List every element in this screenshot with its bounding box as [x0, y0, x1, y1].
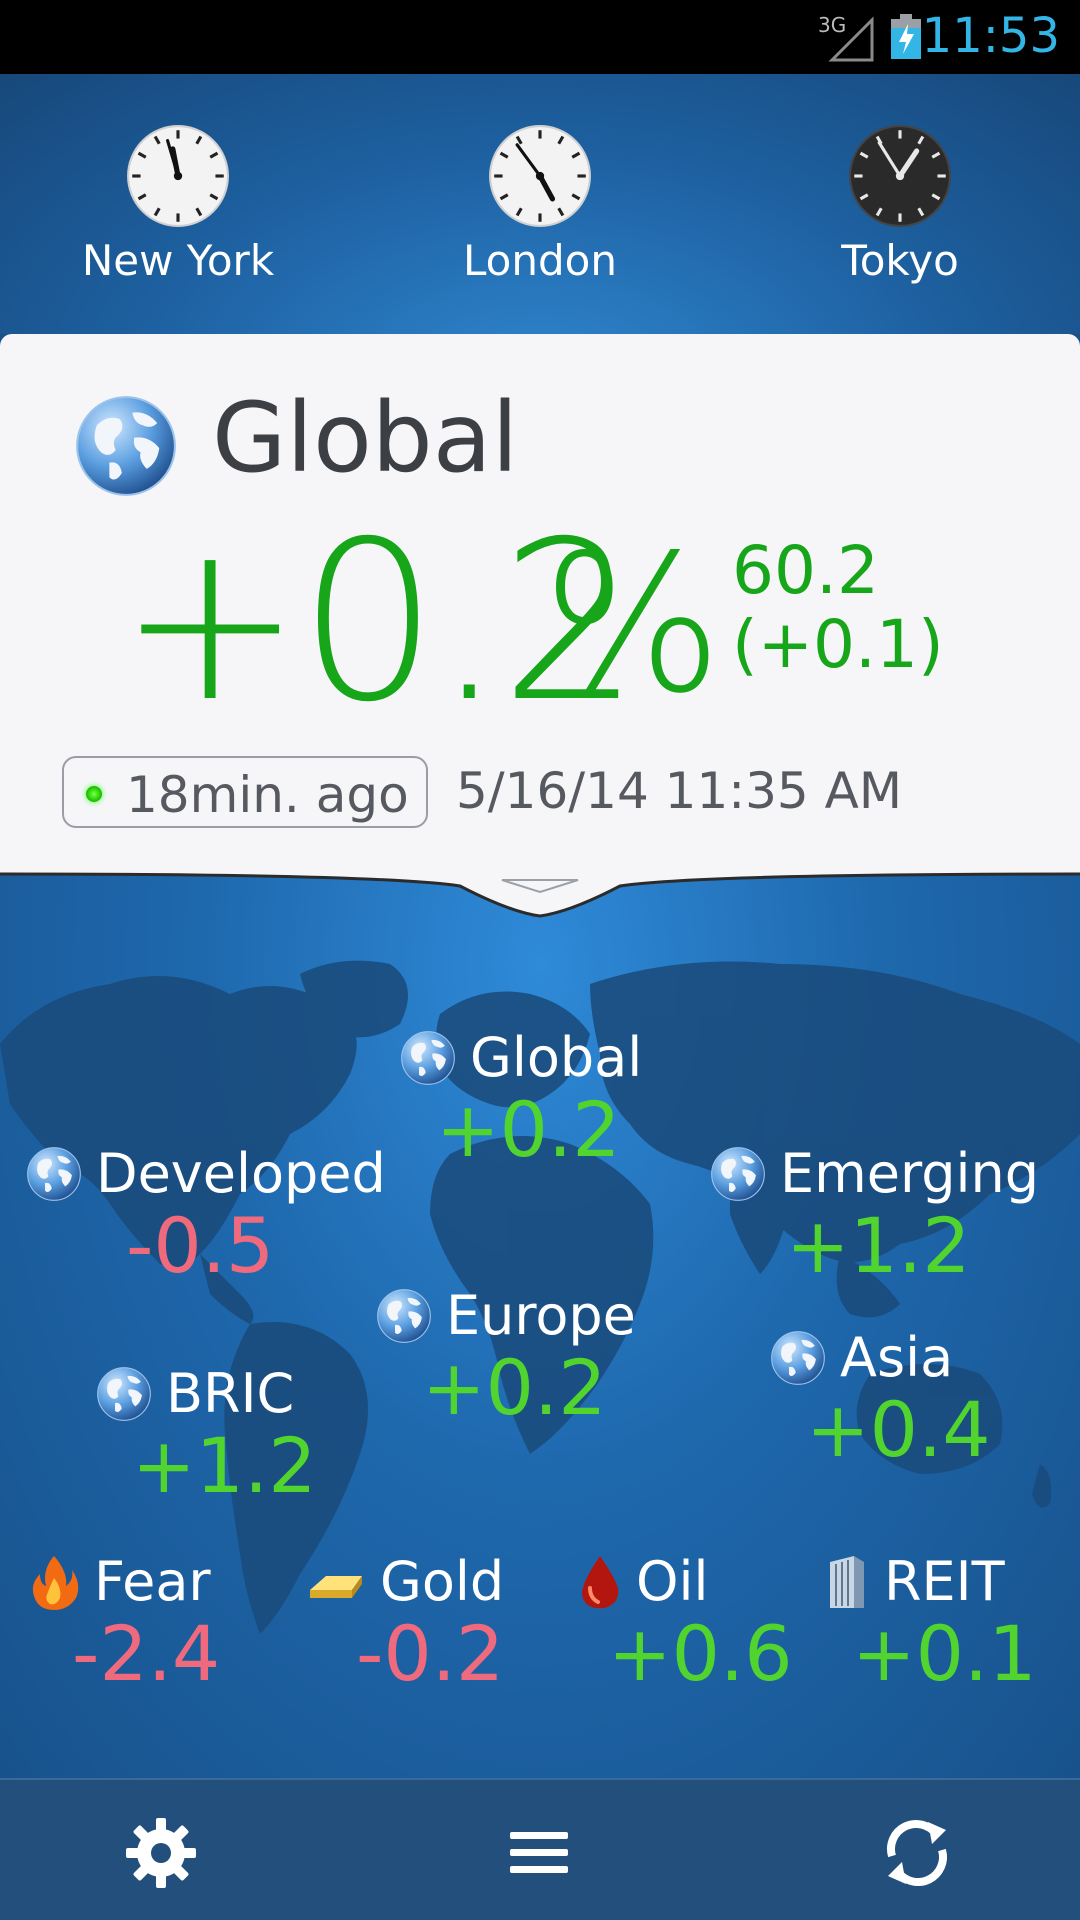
- status-bar: 3G 11:53: [0, 0, 1080, 74]
- summary-value-change: (+0.1): [732, 605, 944, 683]
- clock-london[interactable]: London: [430, 124, 650, 285]
- commodity-name: Fear: [94, 1550, 211, 1613]
- signal-3g-icon: 3G: [818, 13, 874, 62]
- gold-bar-icon: [310, 1575, 362, 1598]
- commodity-fear[interactable]: Fear -2.4: [28, 1550, 220, 1692]
- index-name: Europe: [446, 1284, 636, 1347]
- freshness-text: 18min. ago: [126, 766, 409, 824]
- commodity-gold[interactable]: Gold -0.2: [306, 1550, 505, 1692]
- summary-value-block: 60.2 (+0.1): [732, 534, 944, 682]
- index-change: +1.2: [132, 1421, 317, 1510]
- freshness-badge: 18min. ago: [62, 756, 428, 828]
- global-summary-card[interactable]: Global +0.2 % 60.2 (+0.1) 18min. ago 5/1…: [0, 334, 1080, 874]
- clock-city-label: Tokyo: [841, 236, 959, 285]
- index-europe[interactable]: Europe +0.2: [376, 1284, 636, 1426]
- index-name: Asia: [840, 1326, 954, 1389]
- index-change: -0.5: [126, 1201, 275, 1290]
- bottom-action-bar: [0, 1778, 1080, 1920]
- globe-icon: [74, 394, 178, 498]
- oil-drop-icon: [582, 1555, 619, 1608]
- summary-percent-sign: %: [542, 514, 723, 735]
- building-icon: [830, 1555, 864, 1608]
- summary-title: Global: [212, 382, 519, 494]
- commodity-change: +0.1: [852, 1609, 1037, 1698]
- summary-timestamp: 5/16/14 11:35 AM: [456, 762, 902, 820]
- summary-value: 60.2: [732, 532, 879, 609]
- refresh-icon[interactable]: [880, 1816, 954, 1890]
- clock-tokyo[interactable]: Tokyo: [790, 124, 1010, 285]
- status-time: 11:53: [921, 8, 1060, 64]
- world-map-panel: Global +0.2 Developed -0.5 Emerging +1.2…: [0, 874, 1080, 1778]
- commodity-name: Gold: [380, 1550, 505, 1613]
- index-change: +0.2: [422, 1343, 607, 1432]
- index-change: +0.2: [436, 1085, 621, 1174]
- status-dot-icon: [86, 786, 102, 802]
- index-change: +1.2: [786, 1201, 971, 1290]
- index-name: Emerging: [780, 1142, 1039, 1205]
- clock-city-label: New York: [81, 236, 275, 285]
- world-clocks: New York London Tokyo: [0, 74, 1080, 334]
- index-global[interactable]: Global +0.2: [400, 1026, 643, 1168]
- globe-icon: [26, 1146, 82, 1202]
- battery-charging-icon: [891, 14, 921, 59]
- menu-icon[interactable]: [502, 1816, 576, 1890]
- commodity-name: Oil: [636, 1550, 709, 1613]
- commodity-change: -0.2: [356, 1609, 505, 1698]
- analog-clock-icon: [849, 125, 951, 227]
- commodity-name: REIT: [884, 1550, 1005, 1613]
- globe-icon: [770, 1330, 826, 1386]
- flame-icon: [32, 1555, 79, 1610]
- globe-icon: [96, 1366, 152, 1422]
- globe-icon: [710, 1146, 766, 1202]
- gear-icon[interactable]: [124, 1816, 198, 1890]
- commodity-change: +0.6: [608, 1609, 793, 1698]
- commodity-oil[interactable]: Oil +0.6: [578, 1550, 793, 1692]
- index-developed[interactable]: Developed -0.5: [26, 1142, 386, 1284]
- index-name: BRIC: [166, 1362, 295, 1425]
- commodity-reit[interactable]: REIT +0.1: [824, 1550, 1037, 1692]
- globe-icon: [400, 1030, 456, 1086]
- index-asia[interactable]: Asia +0.4: [770, 1326, 991, 1468]
- index-name: Developed: [96, 1142, 386, 1205]
- clock-city-label: London: [463, 236, 617, 285]
- clock-new-york[interactable]: New York: [68, 124, 288, 285]
- analog-clock-icon: [127, 125, 229, 227]
- analog-clock-icon: [489, 125, 591, 227]
- commodity-change: -2.4: [72, 1609, 221, 1698]
- index-change: +0.4: [806, 1385, 991, 1474]
- globe-icon: [376, 1288, 432, 1344]
- index-bric[interactable]: BRIC +1.2: [96, 1362, 317, 1504]
- index-emerging[interactable]: Emerging +1.2: [710, 1142, 1039, 1284]
- card-expand-tab[interactable]: [0, 860, 1080, 920]
- svg-text:3G: 3G: [818, 13, 846, 37]
- index-name: Global: [470, 1026, 643, 1089]
